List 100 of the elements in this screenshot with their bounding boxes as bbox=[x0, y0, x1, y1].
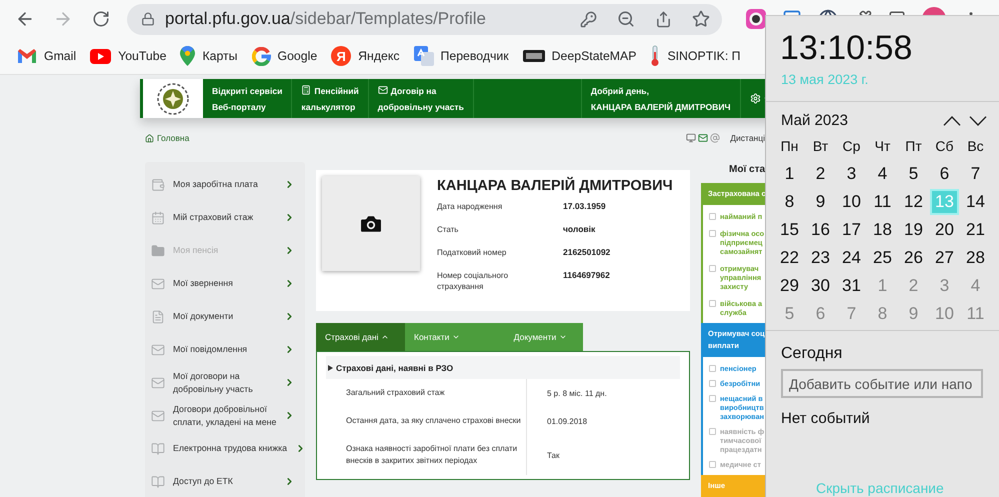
calendar-day[interactable]: 31 bbox=[837, 273, 866, 299]
chevron-up-icon bbox=[943, 116, 961, 126]
bookmark[interactable]: SINOPTIK: П bbox=[650, 45, 741, 67]
calendar-day[interactable]: 28 bbox=[961, 245, 990, 271]
key-icon[interactable] bbox=[580, 10, 597, 28]
event-input[interactable]: Добавить событие или напо bbox=[781, 369, 983, 398]
calendar-day[interactable]: 3 bbox=[837, 161, 866, 187]
camera-extension-icon[interactable] bbox=[746, 9, 766, 29]
book-icon bbox=[151, 474, 165, 488]
calendar-day[interactable]: 26 bbox=[899, 245, 928, 271]
remote-service-text: Дистанці bbox=[730, 133, 765, 143]
breadcrumb-link[interactable]: Головна bbox=[145, 133, 190, 143]
sidebar-item[interactable]: Електронна трудова книжка bbox=[145, 432, 305, 465]
calendar-day[interactable]: 7 bbox=[961, 161, 990, 187]
today-heading: Сегодня bbox=[780, 344, 844, 363]
checkbox[interactable] bbox=[709, 300, 716, 307]
star-icon[interactable] bbox=[692, 10, 710, 28]
calendar-day[interactable]: 12 bbox=[899, 189, 928, 215]
calendar-day[interactable]: 23 bbox=[806, 245, 835, 271]
calendar-day[interactable]: 22 bbox=[775, 245, 804, 271]
bookmark[interactable]: Карты bbox=[180, 46, 238, 66]
sidebar-item[interactable]: Моя заробітна плата bbox=[145, 168, 305, 201]
checkbox[interactable] bbox=[709, 380, 716, 387]
sidebar-item[interactable]: Мої звернення bbox=[145, 267, 305, 300]
calendar-day[interactable]: 15 bbox=[775, 217, 804, 243]
portal-title: Відкриті сервіси Веб-порталу bbox=[203, 79, 292, 118]
photo-placeholder[interactable] bbox=[322, 176, 420, 271]
envelope-icon bbox=[151, 342, 165, 356]
bookmark[interactable]: Google bbox=[252, 46, 318, 66]
month-title[interactable]: Май 2023 bbox=[781, 112, 939, 129]
gmail-icon bbox=[17, 48, 37, 64]
caret-icon bbox=[328, 364, 333, 370]
weekday-label: Ср bbox=[842, 137, 862, 156]
status-title: Мої ста bbox=[728, 163, 766, 177]
checkbox[interactable] bbox=[709, 230, 716, 237]
thermometer-icon bbox=[650, 45, 660, 67]
sidebar-item[interactable]: Договори добровільної сплати, укладені на мене bbox=[145, 399, 305, 432]
checkbox[interactable] bbox=[709, 213, 716, 220]
calendar-day[interactable]: 4 bbox=[868, 161, 897, 187]
calendar-day[interactable]: 20 bbox=[930, 217, 959, 243]
field-label: Дата народження bbox=[437, 201, 504, 212]
sidebar-item[interactable]: Мої повідомлення bbox=[145, 333, 305, 366]
bookmark[interactable]: DeepStateMAP bbox=[522, 49, 636, 63]
weekday-label: Пт bbox=[904, 137, 923, 156]
weekday-label: Вт bbox=[812, 137, 830, 156]
calendar-day[interactable]: 24 bbox=[837, 245, 866, 271]
sidebar-item[interactable]: Мій страховий стаж bbox=[145, 201, 305, 234]
section-header[interactable]: Страхові дані, наявні в РЗО bbox=[326, 356, 680, 379]
envelope-icon bbox=[151, 276, 165, 290]
calendar-day[interactable]: 25 bbox=[868, 245, 897, 271]
calendar-day[interactable]: 6 bbox=[930, 161, 959, 187]
share-icon[interactable] bbox=[655, 10, 672, 28]
calendar-day[interactable]: 27 bbox=[930, 245, 959, 271]
map-logo-icon bbox=[522, 50, 545, 62]
gear-icon bbox=[750, 93, 761, 104]
calendar-day[interactable]: 8 bbox=[775, 189, 804, 215]
zoom-out-icon[interactable] bbox=[617, 10, 635, 28]
calendar-day[interactable]: 21 bbox=[961, 217, 990, 243]
calendar-day[interactable]: 29 bbox=[775, 273, 804, 299]
calendar-day[interactable]: 1 bbox=[775, 161, 804, 187]
checkbox[interactable] bbox=[709, 365, 716, 372]
sidebar-item[interactable]: Мої договори на добровільну участь bbox=[145, 366, 305, 399]
field-value: 17.03.1959 bbox=[563, 201, 607, 211]
calendar-day[interactable]: 16 bbox=[806, 217, 835, 243]
calendar-day[interactable]: 11 bbox=[868, 189, 897, 215]
row-value: Так bbox=[546, 450, 560, 462]
calendar-day[interactable]: 2 bbox=[806, 161, 835, 187]
sidebar-item[interactable]: Доступ до ЕТК bbox=[145, 465, 305, 497]
calendar-day[interactable]: 5 bbox=[899, 161, 928, 187]
field-label: Податковий номер bbox=[437, 247, 508, 258]
google-icon bbox=[252, 46, 270, 66]
header-link[interactable]: Договір на добровільну участь bbox=[368, 79, 474, 118]
calendar-day[interactable]: 30 bbox=[806, 273, 835, 299]
header-link[interactable]: Пенсійний калькулятор bbox=[292, 79, 369, 118]
calendar-day[interactable]: 19 bbox=[899, 217, 928, 243]
calendar-day[interactable]: 10 bbox=[837, 189, 866, 215]
wallet-icon bbox=[151, 178, 165, 192]
field-label: Стать bbox=[437, 224, 460, 235]
envelope-icon bbox=[151, 376, 165, 390]
tab[interactable]: Страхові дані bbox=[316, 323, 405, 351]
bookmark[interactable]: Переводчик bbox=[414, 46, 509, 66]
checkbox[interactable] bbox=[709, 395, 716, 402]
calendar-day[interactable]: 17 bbox=[837, 217, 866, 243]
checkbox[interactable] bbox=[709, 265, 716, 272]
field-label: Номер соціального страхування bbox=[437, 270, 510, 292]
bookmark[interactable]: Я Яндекс bbox=[331, 46, 400, 66]
greeting-text: Добрий день, КАНЦАРА ВАЛЕРІЙ ДМИТРОВИЧ bbox=[582, 79, 741, 118]
sidebar-item[interactable]: Мої документи bbox=[145, 300, 305, 333]
calendar-day[interactable]: 9 bbox=[806, 189, 835, 215]
address-bar[interactable]: portal.pfu.gov.ua/sidebar/Templates/Profile bbox=[127, 4, 722, 34]
document-icon bbox=[151, 310, 165, 324]
logo[interactable] bbox=[143, 79, 203, 118]
book-icon bbox=[151, 442, 165, 456]
calendar-day[interactable]: 18 bbox=[868, 217, 897, 243]
calendar-day[interactable]: 14 bbox=[961, 189, 990, 215]
bookmark[interactable]: Gmail bbox=[17, 48, 76, 64]
row-value: 01.09.2018 bbox=[546, 416, 588, 428]
at-sign-icon bbox=[710, 133, 720, 143]
bookmark[interactable]: YouTube bbox=[90, 48, 166, 64]
map-pin-icon bbox=[180, 46, 196, 66]
